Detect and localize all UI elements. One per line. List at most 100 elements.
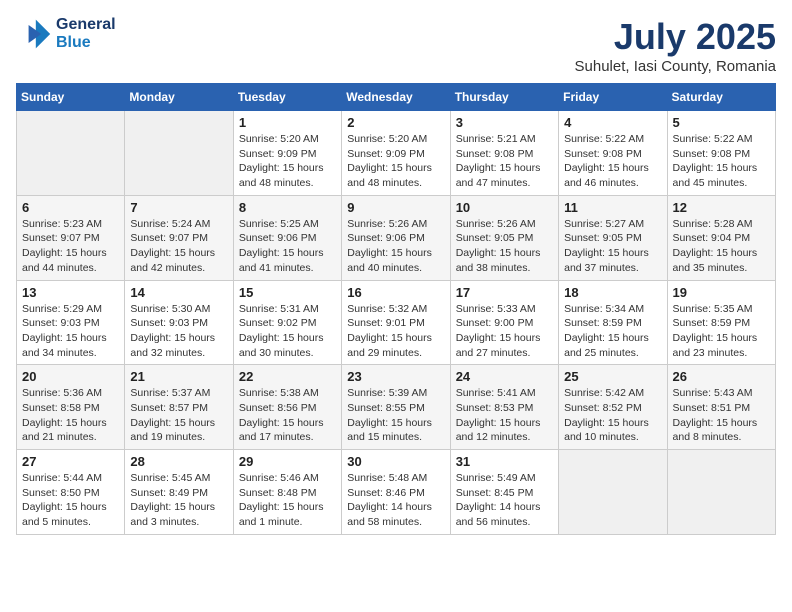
calendar-cell: 25 Sunrise: 5:42 AM Sunset: 8:52 PM Dayli… [559,365,667,450]
day-number: 9 [347,200,444,215]
day-info: Sunrise: 5:49 AM Sunset: 8:45 PM Dayligh… [456,471,553,530]
day-number: 30 [347,454,444,469]
day-number: 7 [130,200,227,215]
day-number: 6 [22,200,119,215]
location: Suhulet, Iasi County, Romania [575,58,777,75]
page-header: General Blue July 2025 Suhulet, Iasi Cou… [16,16,776,75]
calendar-cell: 24 Sunrise: 5:41 AM Sunset: 8:53 PM Dayli… [450,365,558,450]
calendar-cell: 8Sunrise: 5:25 AM Sunset: 9:06 PM Daylig… [233,195,341,280]
day-number: 19 [673,285,770,300]
day-number: 4 [564,115,661,130]
day-number: 27 [22,454,119,469]
day-number: 31 [456,454,553,469]
calendar-cell: 7 Sunrise: 5:24 AM Sunset: 9:07 PM Daylig… [125,195,233,280]
calendar-cell: 26Sunrise: 5:43 AM Sunset: 8:51 PM Dayli… [667,365,775,450]
calendar-header-row: SundayMondayTuesdayWednesdayThursdayFrid… [17,84,776,111]
day-info: Sunrise: 5:30 AM Sunset: 9:03 PM Dayligh… [130,302,227,361]
day-number: 29 [239,454,336,469]
day-info: Sunrise: 5:46 AM Sunset: 8:48 PM Dayligh… [239,471,336,530]
calendar-cell: 4 Sunrise: 5:22 AM Sunset: 9:08 PM Daylig… [559,111,667,196]
calendar-cell: 17 Sunrise: 5:33 AM Sunset: 9:00 PM Dayli… [450,280,558,365]
logo-line2: Blue [56,34,116,52]
day-info: Sunrise: 5:34 AM Sunset: 8:59 PM Dayligh… [564,302,661,361]
day-info: Sunrise: 5:36 AM Sunset: 8:58 PM Dayligh… [22,386,119,445]
day-info: Sunrise: 5:37 AM Sunset: 8:57 PM Dayligh… [130,386,227,445]
calendar-cell: 21 Sunrise: 5:37 AM Sunset: 8:57 PM Dayli… [125,365,233,450]
day-number: 12 [673,200,770,215]
day-number: 1 [239,115,336,130]
day-header-friday: Friday [559,84,667,111]
calendar-cell: 22Sunrise: 5:38 AM Sunset: 8:56 PM Dayli… [233,365,341,450]
day-info: Sunrise: 5:25 AM Sunset: 9:06 PM Dayligh… [239,217,336,276]
title-block: July 2025 Suhulet, Iasi County, Romania [575,16,777,75]
calendar-cell: 31 Sunrise: 5:49 AM Sunset: 8:45 PM Dayli… [450,450,558,535]
calendar-cell: 16 Sunrise: 5:32 AM Sunset: 9:01 PM Dayli… [342,280,450,365]
day-info: Sunrise: 5:24 AM Sunset: 9:07 PM Dayligh… [130,217,227,276]
day-info: Sunrise: 5:26 AM Sunset: 9:06 PM Dayligh… [347,217,444,276]
calendar-cell: 9 Sunrise: 5:26 AM Sunset: 9:06 PM Daylig… [342,195,450,280]
day-info: Sunrise: 5:41 AM Sunset: 8:53 PM Dayligh… [456,386,553,445]
calendar-cell [559,450,667,535]
calendar-cell: 12 Sunrise: 5:28 AM Sunset: 9:04 PM Dayli… [667,195,775,280]
calendar-week-row: 6Sunrise: 5:23 AM Sunset: 9:07 PM Daylig… [17,195,776,280]
calendar-table: SundayMondayTuesdayWednesdayThursdayFrid… [16,83,776,535]
day-info: Sunrise: 5:32 AM Sunset: 9:01 PM Dayligh… [347,302,444,361]
day-number: 22 [239,369,336,384]
calendar-cell: 10Sunrise: 5:26 AM Sunset: 9:05 PM Dayli… [450,195,558,280]
day-header-thursday: Thursday [450,84,558,111]
day-info: Sunrise: 5:43 AM Sunset: 8:51 PM Dayligh… [673,386,770,445]
calendar-week-row: 13 Sunrise: 5:29 AM Sunset: 9:03 PM Dayli… [17,280,776,365]
day-number: 25 [564,369,661,384]
calendar-cell: 27Sunrise: 5:44 AM Sunset: 8:50 PM Dayli… [17,450,125,535]
calendar-cell: 23Sunrise: 5:39 AM Sunset: 8:55 PM Dayli… [342,365,450,450]
day-info: Sunrise: 5:29 AM Sunset: 9:03 PM Dayligh… [22,302,119,361]
day-header-monday: Monday [125,84,233,111]
day-info: Sunrise: 5:20 AM Sunset: 9:09 PM Dayligh… [347,132,444,191]
day-number: 13 [22,285,119,300]
calendar-cell: 15 Sunrise: 5:31 AM Sunset: 9:02 PM Dayli… [233,280,341,365]
day-number: 16 [347,285,444,300]
day-header-wednesday: Wednesday [342,84,450,111]
day-number: 21 [130,369,227,384]
day-number: 24 [456,369,553,384]
day-info: Sunrise: 5:20 AM Sunset: 9:09 PM Dayligh… [239,132,336,191]
calendar-cell: 2 Sunrise: 5:20 AM Sunset: 9:09 PM Daylig… [342,111,450,196]
calendar-cell: 6Sunrise: 5:23 AM Sunset: 9:07 PM Daylig… [17,195,125,280]
calendar-cell: 5Sunrise: 5:22 AM Sunset: 9:08 PM Daylig… [667,111,775,196]
logo: General Blue [16,16,116,52]
logo-icon [16,16,52,52]
calendar-cell: 28Sunrise: 5:45 AM Sunset: 8:49 PM Dayli… [125,450,233,535]
day-info: Sunrise: 5:33 AM Sunset: 9:00 PM Dayligh… [456,302,553,361]
day-number: 20 [22,369,119,384]
day-number: 3 [456,115,553,130]
calendar-cell: 14 Sunrise: 5:30 AM Sunset: 9:03 PM Dayli… [125,280,233,365]
calendar-cell: 1 Sunrise: 5:20 AM Sunset: 9:09 PM Daylig… [233,111,341,196]
day-info: Sunrise: 5:22 AM Sunset: 9:08 PM Dayligh… [564,132,661,191]
logo-line1: General [56,16,116,34]
day-number: 5 [673,115,770,130]
day-info: Sunrise: 5:48 AM Sunset: 8:46 PM Dayligh… [347,471,444,530]
day-header-tuesday: Tuesday [233,84,341,111]
day-header-saturday: Saturday [667,84,775,111]
calendar-week-row: 20 Sunrise: 5:36 AM Sunset: 8:58 PM Dayli… [17,365,776,450]
calendar-cell: 30 Sunrise: 5:48 AM Sunset: 8:46 PM Dayli… [342,450,450,535]
calendar-cell: 29 Sunrise: 5:46 AM Sunset: 8:48 PM Dayli… [233,450,341,535]
calendar-cell: 11 Sunrise: 5:27 AM Sunset: 9:05 PM Dayli… [559,195,667,280]
day-info: Sunrise: 5:31 AM Sunset: 9:02 PM Dayligh… [239,302,336,361]
day-number: 18 [564,285,661,300]
calendar-cell [667,450,775,535]
calendar-week-row: 1 Sunrise: 5:20 AM Sunset: 9:09 PM Daylig… [17,111,776,196]
calendar-cell: 19Sunrise: 5:35 AM Sunset: 8:59 PM Dayli… [667,280,775,365]
day-number: 17 [456,285,553,300]
day-info: Sunrise: 5:27 AM Sunset: 9:05 PM Dayligh… [564,217,661,276]
day-number: 2 [347,115,444,130]
day-number: 11 [564,200,661,215]
day-info: Sunrise: 5:28 AM Sunset: 9:04 PM Dayligh… [673,217,770,276]
day-info: Sunrise: 5:42 AM Sunset: 8:52 PM Dayligh… [564,386,661,445]
day-number: 14 [130,285,227,300]
day-header-sunday: Sunday [17,84,125,111]
month-title: July 2025 [575,16,777,58]
day-number: 15 [239,285,336,300]
calendar-cell [17,111,125,196]
calendar-cell [125,111,233,196]
